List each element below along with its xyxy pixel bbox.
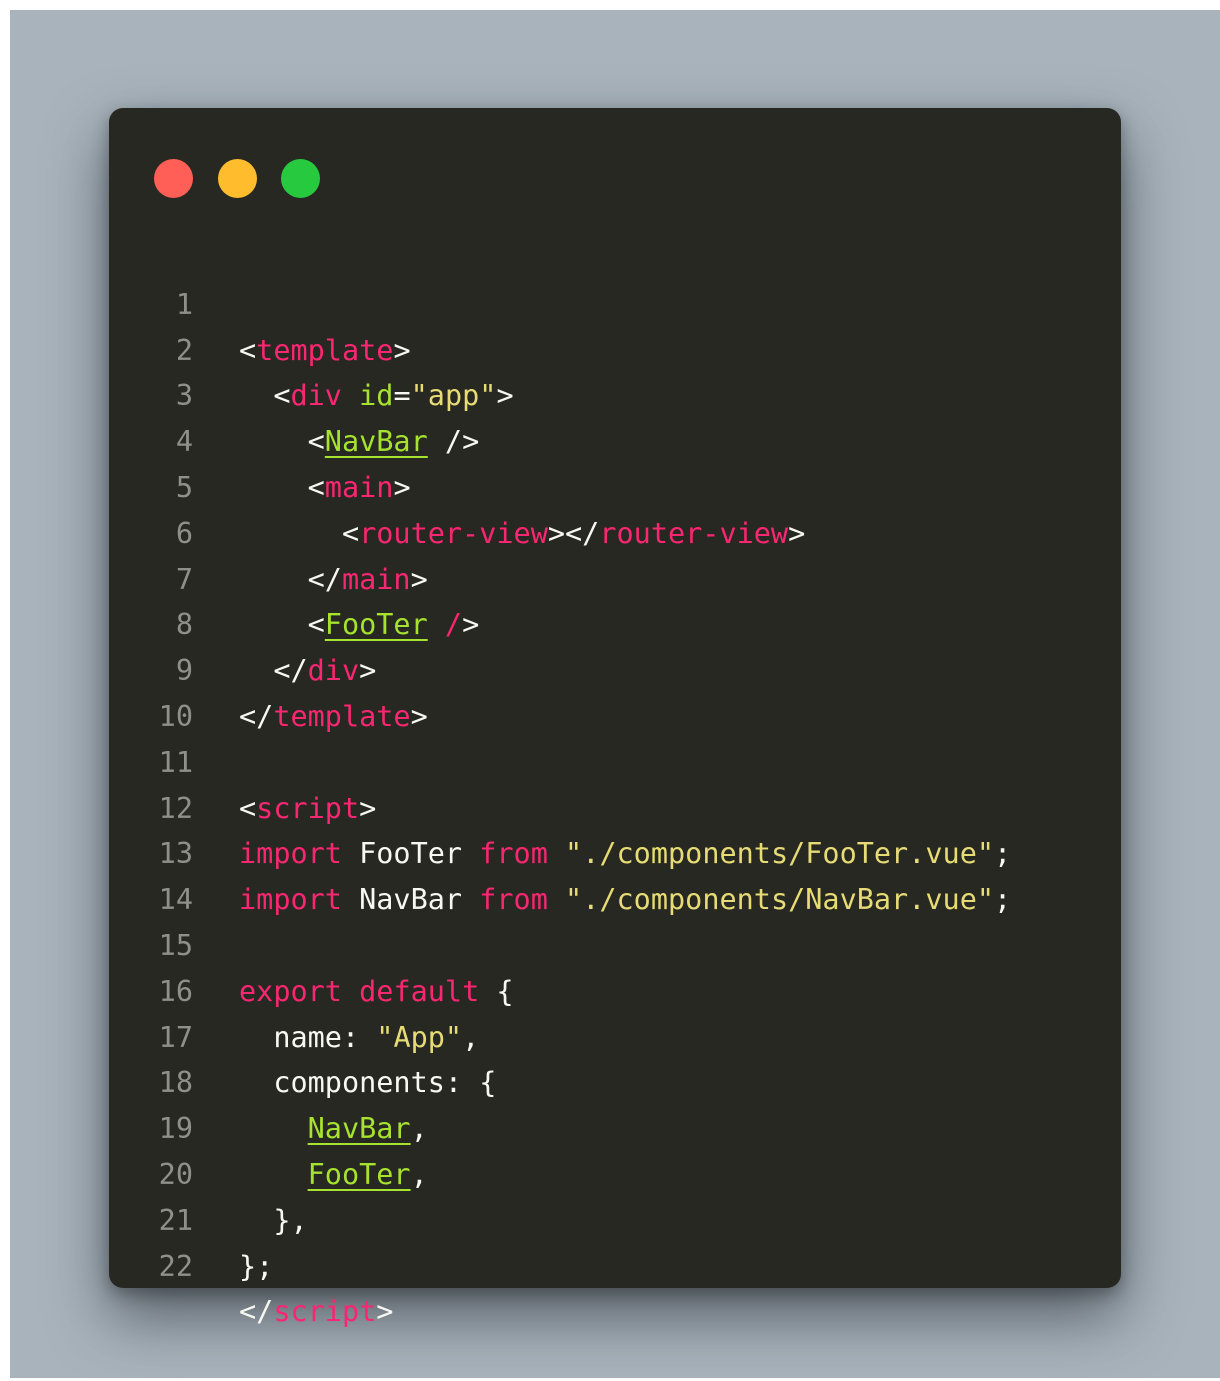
code-line: 20 },: [109, 1106, 1121, 1237]
code-line: 10: [109, 648, 1121, 733]
minimize-window-dot-icon[interactable]: [218, 159, 257, 198]
code-window: 1 <template> 2 <div id="app"> 3 <NavBar …: [109, 108, 1121, 1329]
code-line: 17 components: {: [109, 969, 1121, 1100]
token: </: [239, 1295, 274, 1329]
code-line: 14: [109, 831, 1121, 916]
code-line: 3 <NavBar />: [109, 328, 1121, 458]
code-line: 2 <div id="app">: [109, 282, 1121, 413]
code-line: 6 </main>: [109, 465, 1121, 596]
code-line: 4 <main>: [109, 373, 1121, 504]
code-line: 15 export default {: [109, 877, 1121, 1008]
line-number: 22: [158, 1249, 193, 1283]
close-window-dot-icon[interactable]: [154, 159, 193, 198]
code-text: </script>: [239, 1289, 393, 1335]
code-line: 8 </div>: [109, 557, 1121, 687]
code-line: 5 <router-view></router-view>: [109, 419, 1121, 550]
code-line: 7 <FooTer />: [109, 511, 1121, 642]
code-line: 22 </script>: [109, 1198, 1121, 1329]
maximize-window-dot-icon[interactable]: [281, 159, 320, 198]
code-line: 11 <script>: [109, 694, 1121, 825]
token: script: [273, 1295, 377, 1329]
token: };: [239, 1249, 274, 1283]
code-line: 16 name: "App",: [109, 923, 1121, 1054]
code-line: 1 <template>: [109, 236, 1121, 367]
code-line: 18 NavBar,: [109, 1015, 1121, 1145]
code-block: 1 <template> 2 <div id="app"> 3 <NavBar …: [109, 236, 1121, 1329]
code-line: 19 FooTer,: [109, 1060, 1121, 1191]
code-line: 12 import FooTer from "./components/FooT…: [109, 740, 1121, 871]
code-text: };: [239, 1244, 273, 1290]
code-line: 21 };: [109, 1152, 1121, 1283]
token: >: [376, 1295, 394, 1329]
code-line: 13 import NavBar from "./components/NavB…: [109, 786, 1121, 916]
code-line: 9 </template>: [109, 602, 1121, 733]
